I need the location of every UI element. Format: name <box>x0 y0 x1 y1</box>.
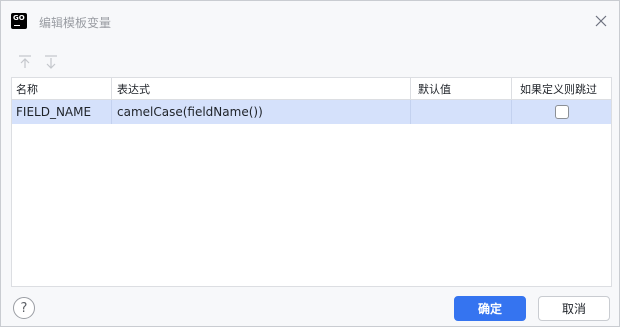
table-toolbar <box>11 51 611 73</box>
table-row[interactable]: FIELD_NAME camelCase(fieldName()) <box>12 100 611 124</box>
title-bar: GO 编辑模板变量 <box>1 1 619 43</box>
edit-template-variables-dialog: GO 编辑模板变量 名称 表达式 默认值 如果定义则跳过 FIELD_NAME … <box>0 0 620 327</box>
skip-if-defined-checkbox[interactable] <box>554 105 569 119</box>
variables-table: 名称 表达式 默认值 如果定义则跳过 FIELD_NAME camelCase(… <box>11 77 612 287</box>
goland-logo-icon: GO <box>11 13 27 29</box>
cell-default-value[interactable] <box>411 100 512 124</box>
logo-underline <box>14 25 20 26</box>
table-header: 名称 表达式 默认值 如果定义则跳过 <box>12 78 611 100</box>
logo-text: GO <box>13 14 25 22</box>
column-header-default-value[interactable]: 默认值 <box>411 78 512 99</box>
column-header-expression[interactable]: 表达式 <box>112 78 411 99</box>
arrow-down-icon[interactable] <box>43 54 59 70</box>
column-header-skip-if-defined[interactable]: 如果定义则跳过 <box>512 78 611 99</box>
dialog-title: 编辑模板变量 <box>39 16 112 30</box>
close-icon[interactable] <box>593 13 609 29</box>
cell-skip-if-defined <box>512 100 611 124</box>
cancel-button[interactable]: 取消 <box>538 296 610 321</box>
cell-expression[interactable]: camelCase(fieldName()) <box>112 100 411 124</box>
ok-button[interactable]: 确定 <box>454 296 526 321</box>
arrow-up-icon[interactable] <box>17 54 33 70</box>
column-header-name[interactable]: 名称 <box>12 78 112 99</box>
help-button[interactable]: ? <box>13 297 35 319</box>
cell-name[interactable]: FIELD_NAME <box>12 100 112 124</box>
